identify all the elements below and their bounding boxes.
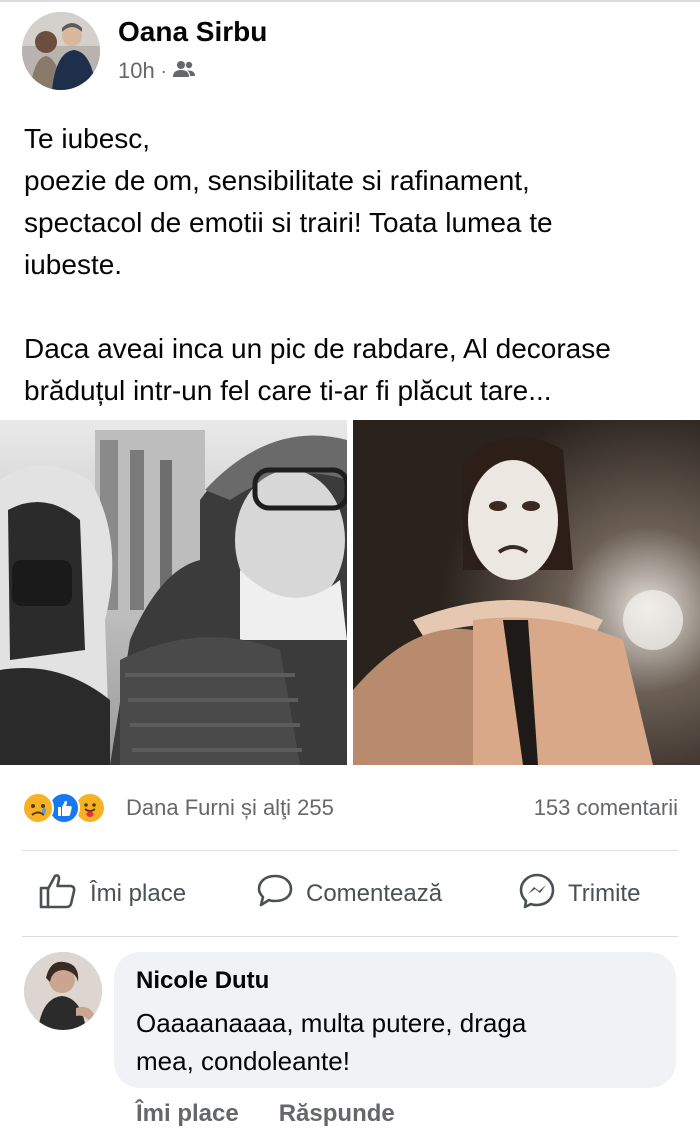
commenter-avatar[interactable]: [24, 952, 102, 1030]
reactions-divider: [22, 850, 678, 851]
comments-count[interactable]: 153 comentarii: [534, 795, 678, 821]
friends-icon: [172, 58, 195, 84]
post-header: Oana Sirbu 10h ·: [22, 12, 682, 92]
photo-mime[interactable]: [353, 420, 700, 765]
share-button[interactable]: Trimite: [518, 872, 641, 917]
comment-like-link[interactable]: Îmi place: [136, 1100, 239, 1128]
sad-reaction-icon: [22, 792, 54, 824]
post-time[interactable]: 10h: [118, 58, 155, 84]
comment-icon: [256, 873, 294, 916]
comment-bubble[interactable]: Nicole Dutu Oaaaanaaaa, multa putere, dr…: [114, 952, 676, 1088]
action-bar: Îmi place Comentează Trimite: [22, 858, 678, 930]
meta-separator: ·: [160, 60, 167, 81]
author-avatar[interactable]: [22, 12, 100, 90]
comment-text: Oaaaanaaaa, multa putere, draga mea, con…: [136, 1008, 527, 1076]
like-label: Îmi place: [90, 880, 187, 907]
author-name[interactable]: Oana Sirbu: [118, 16, 267, 48]
thumbs-up-icon: [38, 872, 78, 917]
comment-label: Comentează: [306, 880, 443, 907]
reactions-row[interactable]: Dana Furni și alţi 255 153 comentarii: [22, 788, 678, 828]
like-button[interactable]: Îmi place: [38, 872, 187, 917]
photo-selfie[interactable]: [0, 420, 347, 765]
reactions-summary[interactable]: Dana Furni și alţi 255: [126, 795, 334, 821]
comment-reply-link[interactable]: Răspunde: [279, 1100, 395, 1128]
share-label: Trimite: [568, 880, 641, 907]
messenger-icon: [518, 872, 556, 917]
post-text: Te iubesc, poezie de om, sensibilitate s…: [24, 123, 611, 406]
comment-button[interactable]: Comentează: [256, 874, 442, 914]
actions-divider: [22, 936, 678, 937]
post-meta: 10h ·: [118, 58, 195, 84]
comment-actions: Îmi place Răspunde: [136, 1100, 395, 1128]
reaction-icons[interactable]: [22, 792, 122, 824]
post-photos[interactable]: [0, 420, 700, 765]
commenter-name[interactable]: Nicole Dutu: [136, 966, 654, 996]
top-divider: [0, 0, 700, 2]
